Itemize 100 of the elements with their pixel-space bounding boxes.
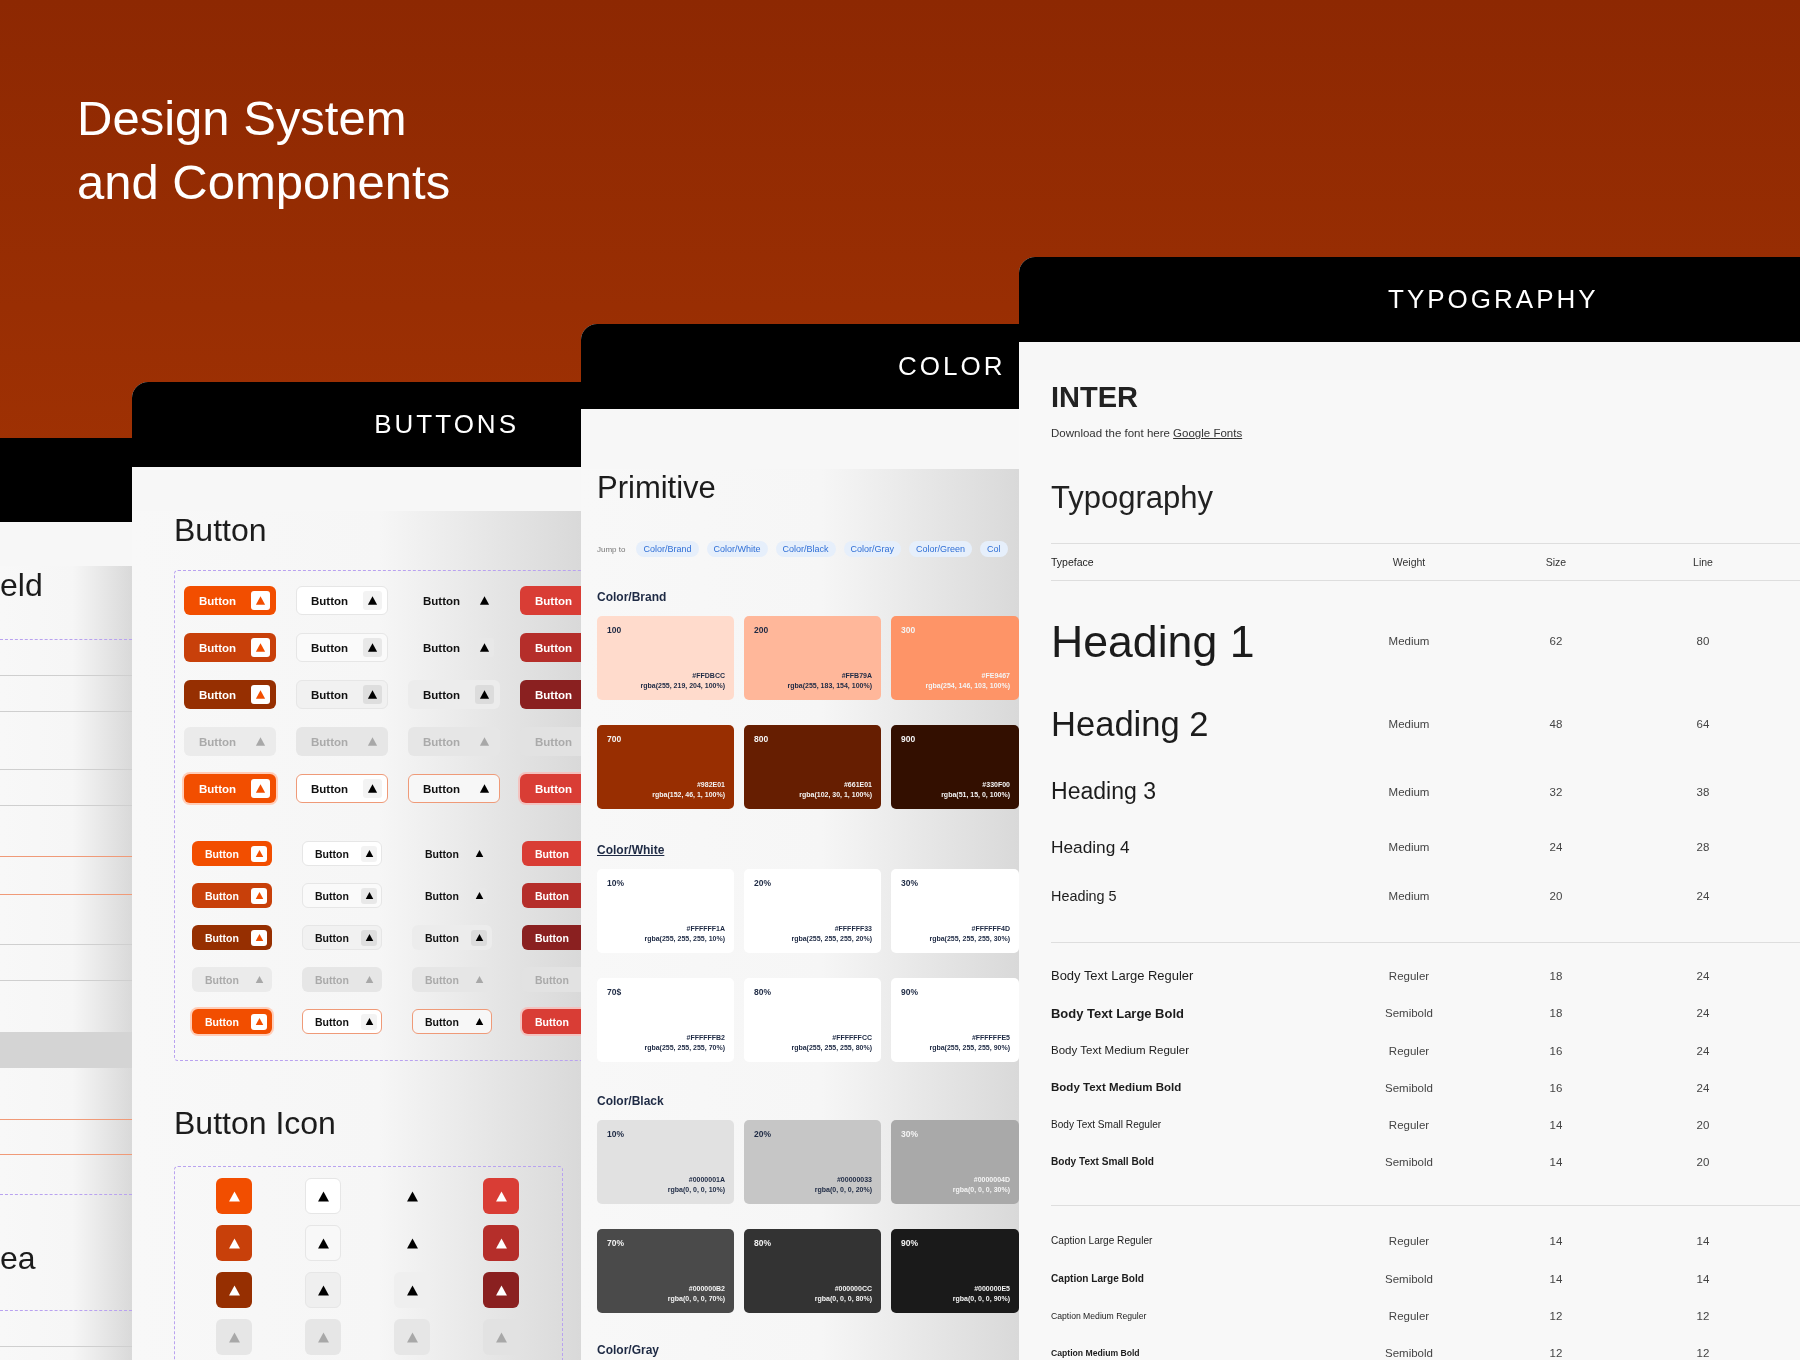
triangle-icon bbox=[494, 1189, 508, 1203]
triangle-icon bbox=[494, 1236, 508, 1250]
jump-label: Jump to bbox=[597, 544, 626, 554]
table-cell: 20 bbox=[1696, 1156, 1710, 1168]
swatch-step: 70% bbox=[607, 1238, 624, 1248]
icon-button[interactable] bbox=[305, 1178, 341, 1214]
table-cell: Medium bbox=[1388, 785, 1430, 798]
button[interactable]: Button bbox=[296, 633, 388, 662]
button[interactable]: Button bbox=[522, 883, 581, 908]
button[interactable]: Button bbox=[192, 883, 272, 908]
table-cell: Semibold bbox=[1385, 1007, 1433, 1020]
table-cell: Medium bbox=[1388, 718, 1430, 731]
download-text: Download the font here Google Fonts bbox=[1051, 427, 1243, 439]
button[interactable]: Button bbox=[184, 774, 276, 803]
table-cell: Semibold bbox=[1385, 1347, 1433, 1360]
table-cell: 24 bbox=[1549, 840, 1563, 853]
triangle-icon bbox=[227, 1189, 241, 1203]
button[interactable]: Button bbox=[296, 774, 388, 803]
page-heading: Primitive bbox=[597, 469, 716, 507]
table-cell: 14 bbox=[1696, 1234, 1710, 1247]
button[interactable]: Button bbox=[520, 633, 581, 662]
type-sample: Caption Medium Reguler bbox=[1051, 1311, 1147, 1321]
button[interactable]: Button bbox=[408, 633, 500, 662]
swatch-step: 90% bbox=[901, 987, 918, 997]
button[interactable]: Button bbox=[412, 883, 492, 908]
section-heading: Typography bbox=[1051, 479, 1213, 517]
table-cell: 14 bbox=[1549, 1156, 1563, 1168]
button[interactable]: Button bbox=[296, 586, 388, 615]
triangle-icon bbox=[316, 1236, 330, 1250]
button[interactable]: Button bbox=[184, 633, 276, 662]
swatch-step: 200 bbox=[754, 625, 769, 635]
table-cell: Reguler bbox=[1388, 1119, 1430, 1131]
type-sample: Body Text Small Reguler bbox=[1051, 1117, 1162, 1132]
table-cell: 18 bbox=[1549, 1007, 1563, 1020]
button[interactable]: Button bbox=[192, 925, 272, 950]
icon-button[interactable] bbox=[305, 1272, 341, 1308]
type-sample: Heading 5 bbox=[1051, 887, 1117, 905]
swatch-step: 700 bbox=[607, 734, 622, 744]
table-cell: 24 bbox=[1696, 1081, 1710, 1094]
swatch-step: 90% bbox=[901, 1238, 918, 1248]
table-cell: 20 bbox=[1549, 890, 1563, 903]
button[interactable]: Button bbox=[520, 680, 581, 709]
swatch-step: 900 bbox=[901, 734, 916, 744]
type-sample: Caption Medium Bold bbox=[1051, 1348, 1140, 1358]
google-fonts-link[interactable]: Google Fonts bbox=[1173, 427, 1243, 439]
table-cell: 20 bbox=[1696, 1119, 1710, 1131]
button[interactable]: Button bbox=[520, 586, 581, 615]
jump-link[interactable]: Color/Black bbox=[775, 541, 836, 557]
column-header: Typeface bbox=[1051, 556, 1094, 568]
button[interactable]: Button bbox=[412, 925, 492, 950]
icon-button[interactable] bbox=[305, 1225, 341, 1261]
swatch-step: 10% bbox=[607, 1129, 624, 1139]
jump-link[interactable]: Color/Gray bbox=[843, 541, 902, 557]
button[interactable]: Button bbox=[408, 586, 500, 615]
button[interactable]: Button bbox=[412, 841, 492, 866]
heading-fragment: ea bbox=[0, 1239, 37, 1277]
column-header: Weight bbox=[1392, 556, 1426, 568]
table-cell: 16 bbox=[1549, 1081, 1563, 1094]
button[interactable]: Button bbox=[408, 680, 500, 709]
jump-link[interactable]: Color/Green bbox=[909, 541, 973, 557]
button[interactable]: Button bbox=[184, 680, 276, 709]
button[interactable]: Button bbox=[192, 841, 272, 866]
jump-link[interactable]: Color/White bbox=[706, 541, 768, 557]
button[interactable]: Button bbox=[408, 774, 500, 803]
button[interactable]: Button bbox=[522, 925, 581, 950]
triangle-icon bbox=[227, 1236, 241, 1250]
triangle-icon bbox=[405, 1330, 419, 1344]
swatch-step: 800 bbox=[754, 734, 769, 744]
icon-button[interactable] bbox=[483, 1225, 519, 1261]
table-cell: Reguler bbox=[1388, 970, 1430, 983]
headline: Design System bbox=[77, 90, 407, 147]
column-header: Line bbox=[1693, 556, 1713, 568]
button[interactable]: Button bbox=[302, 883, 382, 908]
table-cell: 32 bbox=[1549, 785, 1563, 798]
button[interactable]: Button bbox=[192, 1009, 272, 1034]
table-cell: Reguler bbox=[1388, 1234, 1430, 1247]
type-sample: Heading 4 bbox=[1051, 836, 1130, 857]
swatch-step: 70$ bbox=[607, 987, 622, 997]
button[interactable]: Button bbox=[302, 841, 382, 866]
icon-button[interactable] bbox=[216, 1272, 252, 1308]
button[interactable]: Button bbox=[302, 1009, 382, 1034]
heading-fragment: eld bbox=[0, 566, 44, 604]
button[interactable]: Button bbox=[184, 586, 276, 615]
button[interactable]: Button bbox=[296, 680, 388, 709]
button[interactable]: Button bbox=[520, 774, 581, 803]
table-cell: 14 bbox=[1696, 1272, 1710, 1285]
table-cell: Medium bbox=[1388, 635, 1430, 648]
jump-link[interactable]: Col bbox=[980, 541, 1008, 557]
table-cell: 18 bbox=[1549, 970, 1563, 983]
button[interactable]: Button bbox=[522, 1009, 581, 1034]
icon-button[interactable] bbox=[483, 1272, 519, 1308]
button[interactable]: Button bbox=[522, 841, 581, 866]
button[interactable]: Button bbox=[412, 1009, 492, 1034]
table-cell: 48 bbox=[1549, 718, 1563, 731]
jump-link[interactable]: Color/Brand bbox=[636, 541, 699, 557]
triangle-icon bbox=[227, 1330, 241, 1344]
column-header: Size bbox=[1545, 556, 1567, 568]
triangle-icon bbox=[494, 1283, 508, 1297]
button[interactable]: Button bbox=[302, 925, 382, 950]
table-cell: 24 bbox=[1696, 1007, 1710, 1020]
